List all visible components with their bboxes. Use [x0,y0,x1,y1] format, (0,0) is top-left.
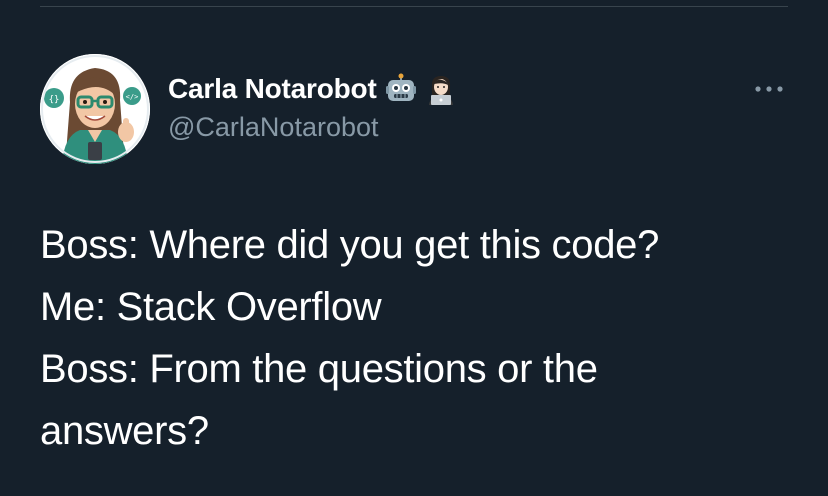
tweet-text-line: Boss: From the questions or the [40,347,598,391]
avatar-icon: {} </> [40,54,150,164]
tweet-text-line: Me: Stack Overflow [40,285,382,329]
author-name-row[interactable]: Carla Notarobot [168,72,457,106]
author-avatar[interactable]: {} </> [40,54,150,164]
tweet-text-line: answers? [40,409,209,453]
svg-text:</>: </> [126,93,139,101]
more-horizontal-icon [755,86,783,92]
author-display-name[interactable]: Carla Notarobot [168,73,377,105]
tweet-text: Boss: Where did you get this code? Me: S… [40,214,800,462]
robot-face-emoji-icon [385,73,417,105]
woman-technologist-emoji-icon [425,73,457,105]
author-handle[interactable]: @CarlaNotarobot [168,112,379,143]
svg-text:{}: {} [49,95,60,105]
tweet-text-line: Boss: Where did you get this code? [40,223,660,267]
top-divider [40,6,788,7]
more-options-button[interactable] [752,76,786,102]
